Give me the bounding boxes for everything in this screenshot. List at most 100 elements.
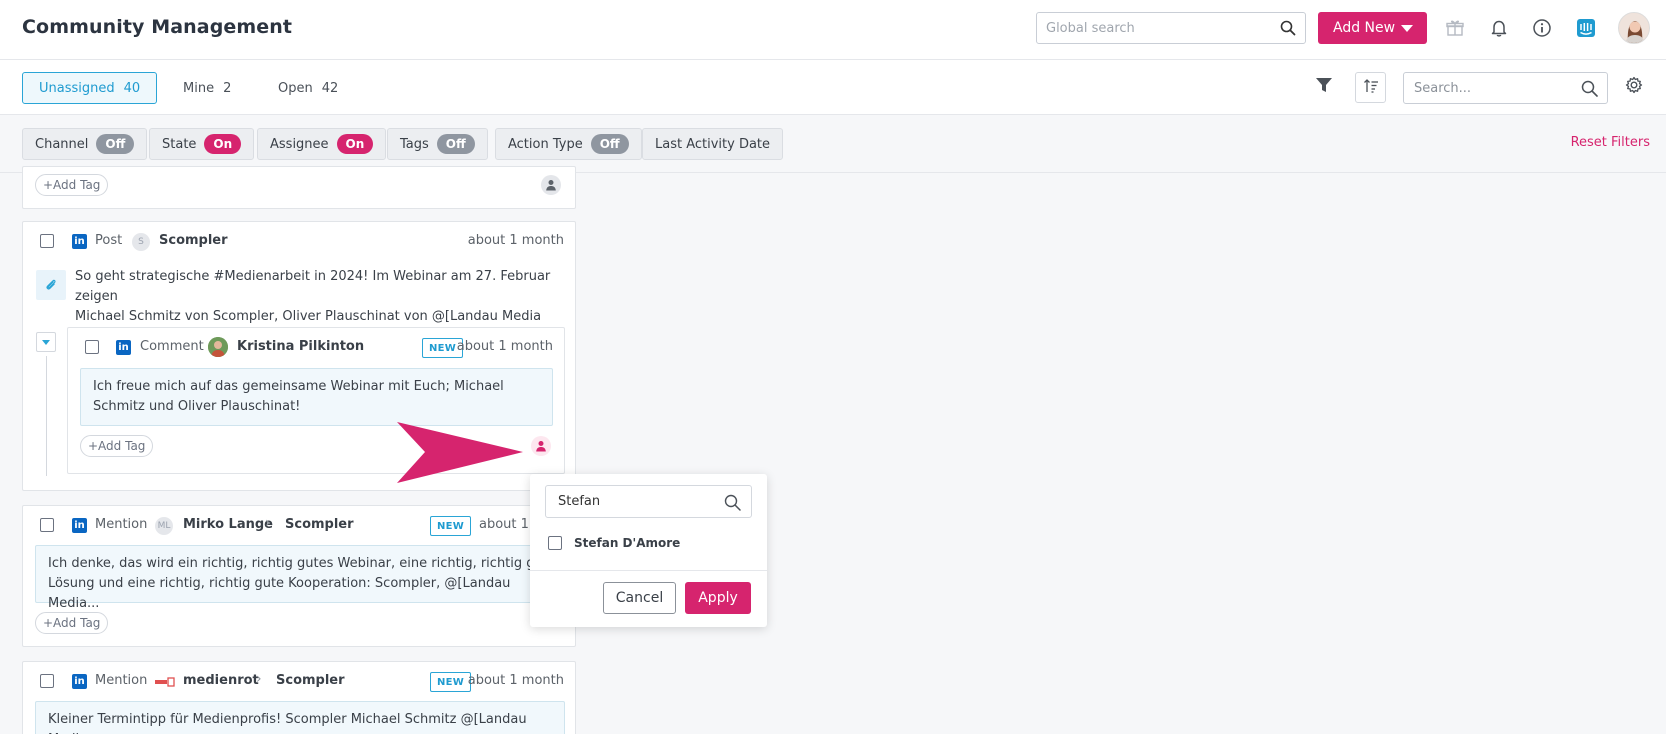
add-new-button[interactable]: Add New: [1318, 12, 1427, 44]
select-checkbox[interactable]: [40, 234, 54, 248]
mention-text: Ich denke, das wird ein richtig, richtig…: [48, 554, 558, 614]
target-name[interactable]: Scompler: [276, 673, 345, 688]
filter-label: Assignee: [270, 136, 329, 152]
add-tag-button[interactable]: +Add Tag: [35, 612, 109, 634]
tab-count: 42: [321, 80, 339, 96]
thread-line: [46, 356, 47, 476]
global-search-input[interactable]: [1046, 13, 1276, 43]
post-text-line: So geht strategische #Medienarbeit in 20…: [75, 269, 551, 304]
top-bar: Community Management Add New: [0, 0, 1666, 60]
comment-text-line: Schmitz und Oliver Plauschinat!: [93, 399, 301, 414]
cancel-button[interactable]: Cancel: [603, 582, 676, 614]
option-label: Stefan D'Amore: [574, 536, 681, 550]
filter-chip-last-activity-date[interactable]: Last Activity Date: [642, 128, 784, 160]
divider: [530, 570, 767, 571]
list-search-input[interactable]: [1414, 73, 1574, 103]
list-item-mention[interactable]: in Mention ML Mirko Lange › Scompler NEW…: [22, 505, 576, 647]
search-icon[interactable]: [1280, 20, 1296, 40]
info-icon[interactable]: [1530, 16, 1554, 40]
mention-text: Kleiner Termintipp für Medienprofis! Sco…: [48, 710, 558, 734]
select-checkbox[interactable]: [40, 674, 54, 688]
filter-chip-action-type[interactable]: Action Type Off: [495, 128, 642, 160]
assign-user-icon[interactable]: [531, 436, 551, 456]
author-name[interactable]: Kristina Pilkinton: [237, 339, 364, 354]
add-tag-button[interactable]: +Add Tag: [80, 435, 154, 457]
intercom-icon[interactable]: [1574, 16, 1598, 40]
assign-user-popup: Stefan D'Amore Cancel Apply: [530, 474, 767, 627]
tab-open[interactable]: Open 42: [262, 72, 354, 104]
filter-bar: Channel Off State On Assignee On Tags Of…: [0, 115, 1666, 173]
filter-label: State: [162, 136, 197, 152]
gear-icon[interactable]: [1625, 76, 1643, 98]
tab-label: Unassigned: [39, 80, 115, 96]
comment-body: Ich freue mich auf das gemeinsame Webina…: [80, 368, 553, 426]
filter-state-pill: On: [204, 134, 242, 154]
mention-text-line: Ich denke, das wird ein richtig, richtig…: [48, 556, 556, 571]
timestamp: about 1 month: [467, 233, 564, 248]
avatar: [208, 337, 228, 357]
global-search-box[interactable]: [1036, 12, 1306, 44]
medienrot-logo-icon: [155, 676, 175, 691]
pointer-arrow-icon: [397, 422, 523, 483]
user-avatar[interactable]: [1618, 12, 1650, 44]
linkedin-icon: in: [72, 518, 87, 533]
assignee-search-input[interactable]: [558, 486, 718, 517]
filter-chip-state[interactable]: State On: [149, 128, 255, 160]
timestamp: about 1 month: [456, 339, 553, 354]
tab-mine[interactable]: Mine 2: [167, 72, 247, 104]
tab-unassigned[interactable]: Unassigned 40: [22, 72, 158, 104]
filter-chip-channel[interactable]: Channel Off: [22, 128, 148, 160]
sort-button[interactable]: [1355, 72, 1386, 103]
filter-label: Last Activity Date: [655, 136, 771, 152]
select-checkbox[interactable]: [85, 340, 99, 354]
item-type: Mention: [95, 673, 148, 688]
filter-state-pill: Off: [590, 134, 629, 154]
bell-icon[interactable]: [1487, 16, 1511, 40]
filter-chip-assignee[interactable]: Assignee On: [257, 128, 387, 160]
collapse-thread-button[interactable]: [36, 332, 56, 352]
mention-text-line: Lösung und eine richtig, richtig gute Ko…: [48, 576, 511, 611]
assign-user-icon[interactable]: [541, 175, 561, 195]
comment-text-line: Ich freue mich auf das gemeinsame Webina…: [93, 379, 504, 394]
filter-state-pill: On: [336, 134, 374, 154]
assignee-search-box[interactable]: [545, 485, 752, 518]
tabs-bar: Unassigned 40 Mine 2 Open 42: [0, 60, 1666, 115]
filter-label: Tags: [400, 136, 429, 152]
add-new-label: Add New: [1333, 20, 1396, 36]
filter-label: Channel: [35, 136, 89, 152]
filter-label: Action Type: [508, 136, 583, 152]
page-title: Community Management: [22, 16, 293, 38]
filter-state-pill: Off: [96, 134, 135, 154]
sort-icon: [1363, 78, 1379, 98]
gift-icon[interactable]: [1443, 16, 1467, 40]
assignee-option[interactable]: Stefan D'Amore: [548, 536, 680, 550]
new-badge: NEW: [430, 672, 472, 692]
add-tag-button[interactable]: +Add Tag: [35, 174, 109, 196]
author-name[interactable]: Scompler: [159, 233, 228, 248]
tab-label: Mine: [183, 80, 215, 96]
list-item-mention[interactable]: in Mention medienrot › Scompler NEW abou…: [22, 661, 576, 734]
reset-filters-link[interactable]: Reset Filters: [1571, 135, 1650, 150]
linkedin-icon: in: [72, 234, 87, 249]
option-checkbox[interactable]: [548, 536, 562, 550]
timestamp: about 1 month: [467, 673, 564, 688]
list-search-box[interactable]: [1403, 72, 1608, 104]
chevron-right-icon: ›: [265, 515, 271, 531]
linkedin-icon: in: [72, 674, 87, 689]
filter-icon[interactable]: [1315, 76, 1333, 98]
target-name[interactable]: Scompler: [285, 517, 354, 532]
avatar: ML: [155, 517, 173, 535]
filter-chip-tags[interactable]: Tags Off: [387, 128, 488, 160]
author-name[interactable]: Mirko Lange: [183, 517, 273, 532]
author-name[interactable]: medienrot: [183, 673, 259, 688]
search-icon[interactable]: [724, 494, 741, 515]
avatar: S: [132, 233, 150, 251]
tab-label: Open: [278, 80, 313, 96]
tab-count: 40: [123, 80, 141, 96]
select-checkbox[interactable]: [40, 518, 54, 532]
search-icon[interactable]: [1581, 80, 1598, 101]
apply-button[interactable]: Apply: [685, 582, 751, 614]
item-type: Comment: [140, 339, 204, 354]
new-badge: NEW: [430, 516, 472, 536]
list-item[interactable]: +Add Tag: [22, 166, 576, 209]
